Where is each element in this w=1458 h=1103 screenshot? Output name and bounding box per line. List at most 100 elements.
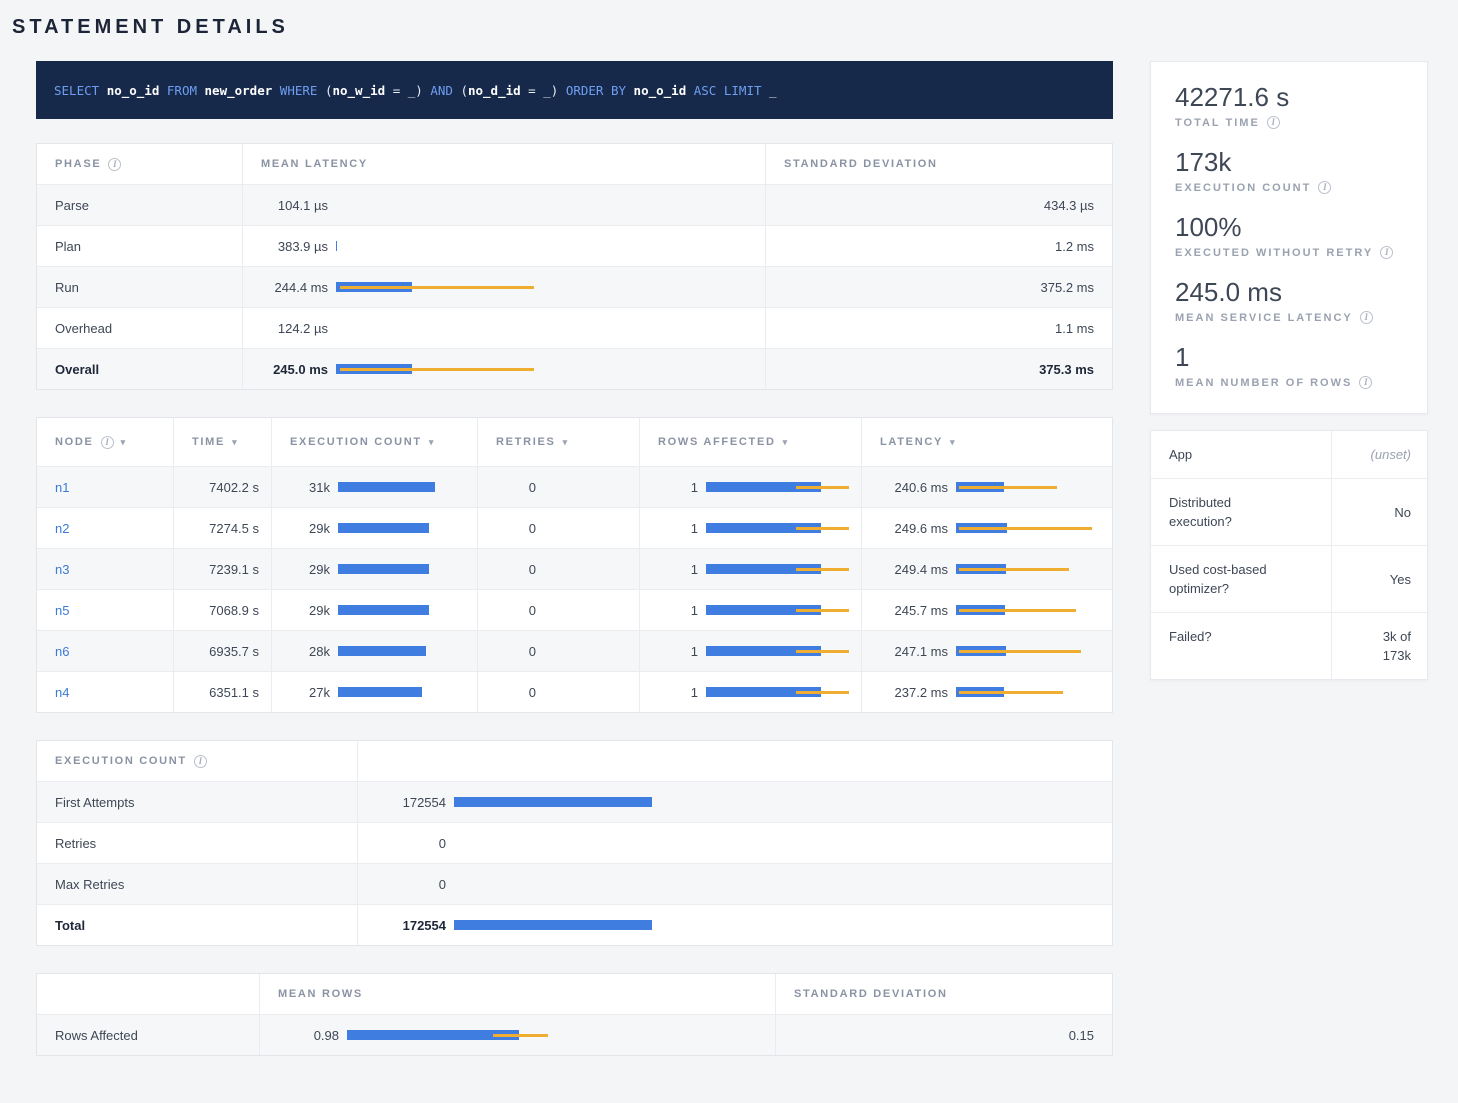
node-link[interactable]: n5 [37,590,173,630]
latency-value: 240.6 ms [862,480,948,495]
table-header-row: PHASEiMEAN LATENCYSTANDARD DEVIATION [37,144,1112,184]
bar-chart [338,482,438,492]
node-link[interactable]: n2 [37,508,173,548]
phase-label: Plan [37,226,242,266]
time-value: 7068.9 s [173,590,271,630]
property-value: Yes [1331,546,1427,612]
stddev-line [796,609,849,612]
property-label: Distributed execution? [1151,479,1331,545]
stat-value: 42271.6 s [1175,82,1403,112]
execution-count-label: First Attempts [37,782,357,822]
rows-affected-row: Rows Affected0.980.15 [37,1014,1112,1055]
stddev-value: 375.2 ms [765,267,1112,307]
mean-latency-value: 104.1 µs [243,198,328,213]
column-header-empty [37,974,259,1014]
column-header-latency[interactable]: LATENCY▾ [861,418,1112,466]
stat-value: 245.0 ms [1175,277,1403,307]
column-header-time[interactable]: TIME▾ [173,418,271,466]
node-link[interactable]: n6 [37,631,173,671]
bar-chart [706,687,861,697]
column-header-label: STANDARD DEVIATION [784,158,938,170]
stddev-value: 375.3 ms [765,349,1112,389]
info-icon[interactable]: i [194,755,207,768]
summary-stat: 173kEXECUTION COUNTi [1175,147,1403,194]
column-header-standard-deviation: STANDARD DEVIATION [765,144,1112,184]
node-link[interactable]: n4 [37,672,173,712]
column-header-label: EXECUTION COUNT [290,436,422,448]
property-label: Used cost-based optimizer? [1151,546,1331,612]
execution-count-value: 29k [272,521,330,536]
sort-arrow-icon: ▾ [232,437,237,448]
bar-chart [336,364,536,374]
summary-stats-card: 42271.6 sTOTAL TIMEi173kEXECUTION COUNTi… [1150,61,1428,414]
rows-affected-value: 1 [640,685,698,700]
phase-label: Parse [37,185,242,225]
bar-chart [338,646,438,656]
stddev-line [959,691,1063,694]
column-header-label: PHASE [55,158,101,170]
table-header-row: NODEi▾TIME▾EXECUTION COUNT▾RETRIES▾ROWS … [37,418,1112,466]
retries-value: 0 [478,685,536,700]
side-column: 42271.6 sTOTAL TIMEi173kEXECUTION COUNTi… [1150,61,1428,680]
column-header-empty [357,741,1112,781]
column-header-rows-affected[interactable]: ROWS AFFECTED ▾ [639,418,861,466]
mean-latency-value: 244.4 ms [243,280,328,295]
sql-token: new_order [205,83,273,98]
node-row: n17402.2 s31k01240.6 ms [37,466,1112,507]
sort-arrow-icon: ▾ [429,437,434,448]
node-link[interactable]: n3 [37,549,173,589]
info-icon[interactable]: i [1360,311,1373,324]
bar-chart [956,646,1101,656]
execution-count-value: 0 [358,836,446,851]
stddev-line [796,568,849,571]
column-header-label: STANDARD DEVIATION [794,988,948,1000]
execution-count-value-cell: 172554 [357,905,1112,945]
column-header-label: ROWS AFFECTED [658,436,776,448]
info-icon[interactable]: i [1359,376,1372,389]
latency-cell: 247.1 ms [861,631,1112,671]
execution-count-row: Retries0 [37,822,1112,863]
retries-cell: 0 [477,508,639,548]
execution-count-cell: 29k [271,549,477,589]
info-icon[interactable]: i [101,436,114,449]
info-icon[interactable]: i [1318,181,1331,194]
column-header-phase: PHASE i [37,144,242,184]
summary-stat: 245.0 ms MEAN SERVICE LATENCY i [1175,277,1403,324]
node-row: n27274.5 s29k01249.6 ms [37,507,1112,548]
stat-label-text: MEAN NUMBER OF ROWS [1175,377,1352,389]
property-value: (unset) [1331,431,1427,478]
summary-stat: 100%EXECUTED WITHOUT RETRYi [1175,212,1403,259]
rows-affected-value: 1 [640,603,698,618]
execution-count-row: Total172554 [37,904,1112,945]
mean-latency-cell: 383.9 µs [242,226,765,266]
column-header-execution-count[interactable]: EXECUTION COUNT ▾ [271,418,477,466]
execution-count-value-cell: 0 [357,823,1112,863]
sql-token: no_w_id [332,83,385,98]
info-icon[interactable]: i [1267,116,1280,129]
stddev-line [796,486,849,489]
info-icon[interactable]: i [1380,246,1393,259]
sort-arrow-icon: ▾ [950,437,955,448]
table-header-row: MEAN ROWSSTANDARD DEVIATION [37,974,1112,1014]
node-row: n57068.9 s29k01245.7 ms [37,589,1112,630]
execution-count-value: 28k [272,644,330,659]
stddev-line [340,286,534,289]
column-header-node[interactable]: NODEi▾ [37,418,173,466]
property-row: Used cost-based optimizer?Yes [1151,545,1427,612]
rows-affected-value: 1 [640,480,698,495]
latency-value: 249.4 ms [862,562,948,577]
page-title: STATEMENT DETAILS [12,16,1428,39]
property-value: 3k of 173k [1331,613,1427,679]
mean-latency-value: 383.9 µs [243,239,328,254]
mean-bar [338,687,422,697]
info-icon[interactable]: i [108,158,121,171]
mean-rows-value: 0.98 [260,1028,339,1043]
stat-label-text: MEAN SERVICE LATENCY [1175,312,1353,324]
sql-statement: SELECT no_o_id FROM new_order WHERE (no_… [36,61,1113,119]
mean-latency-value: 245.0 ms [243,362,328,377]
stddev-value: 0.15 [775,1015,1112,1055]
column-header-retries[interactable]: RETRIES▾ [477,418,639,466]
node-link[interactable]: n1 [37,467,173,507]
bar-chart [338,605,438,615]
sort-arrow-icon: ▾ [783,437,788,448]
